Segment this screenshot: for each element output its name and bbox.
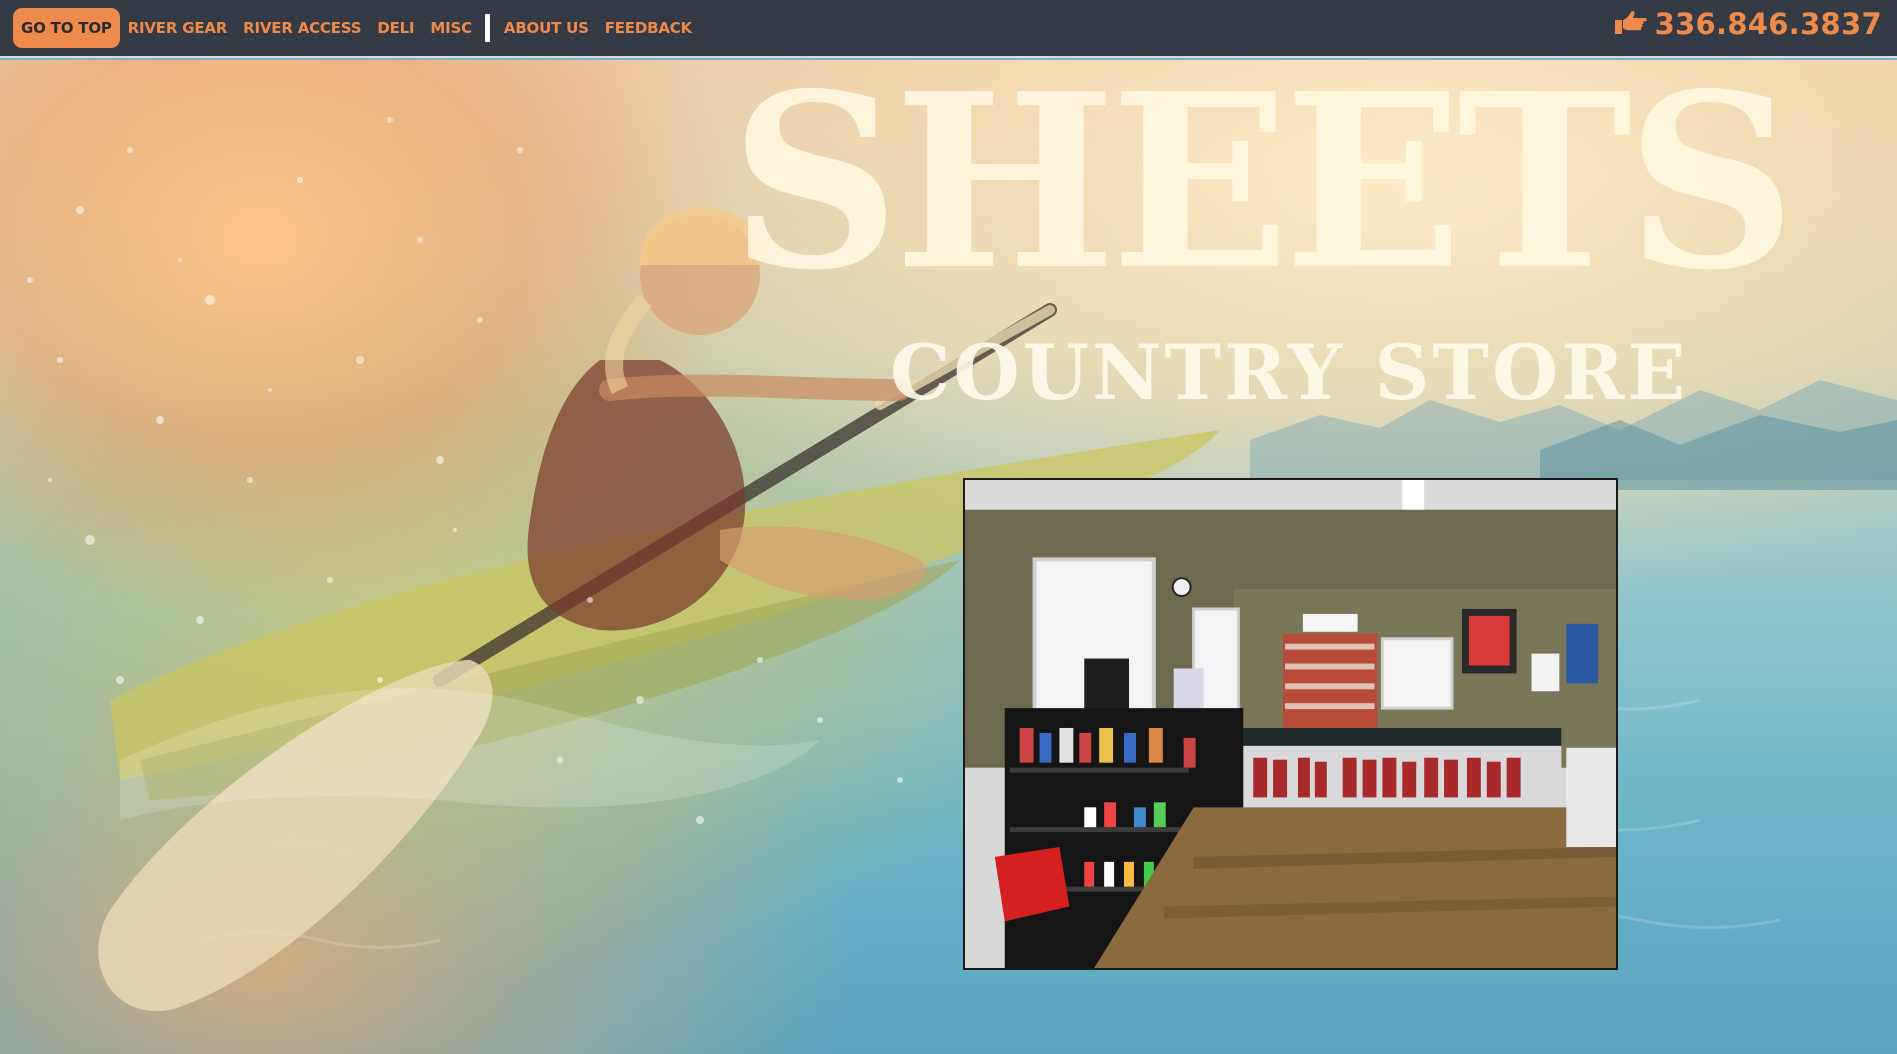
phone-number: 336.846.3837 bbox=[1654, 7, 1882, 41]
nav-label: GO TO TOP bbox=[21, 19, 112, 37]
nav-river-access-link[interactable]: RIVER ACCESS bbox=[235, 8, 369, 48]
store-interior-photo bbox=[963, 478, 1618, 970]
nav-about-us-link[interactable]: ABOUT US bbox=[496, 8, 597, 48]
nav-feedback-link[interactable]: FEEDBACK bbox=[597, 8, 700, 48]
nav-go-to-top-button[interactable]: GO TO TOP bbox=[13, 8, 120, 48]
nav-divider bbox=[484, 14, 490, 42]
nav-river-gear-link[interactable]: RIVER GEAR bbox=[120, 8, 235, 48]
nav-misc-link[interactable]: MISC bbox=[422, 8, 480, 48]
pointing-hand-icon bbox=[1614, 10, 1647, 34]
phone-link[interactable]: 336.846.3837 bbox=[1613, 4, 1882, 44]
nav-deli-link[interactable]: DELI bbox=[369, 8, 422, 48]
top-nav-bar: GO TO TOP RIVER GEAR RIVER ACCESS DELI M… bbox=[0, 0, 1897, 58]
hero-section: SHEETS COUNTRY STORE bbox=[0, 60, 1897, 1054]
